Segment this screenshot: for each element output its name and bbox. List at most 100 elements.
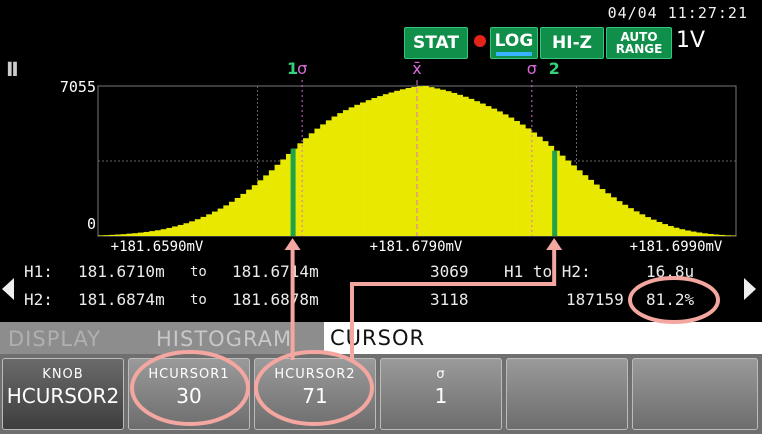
- histogram-bar: [462, 96, 469, 237]
- histogram-bar: [371, 98, 378, 236]
- h1-count: 3069: [430, 262, 469, 281]
- histogram-bar: [320, 124, 327, 236]
- histogram-bar: [183, 223, 190, 236]
- histogram-bar: [98, 235, 105, 236]
- histogram-bar: [434, 88, 441, 236]
- histogram-bar: [422, 86, 429, 236]
- histogram-bar: [177, 224, 184, 236]
- histogram-bar: [582, 175, 589, 236]
- mean-label: x̄: [412, 59, 421, 78]
- histogram-bar: [388, 92, 395, 236]
- softkey-value: 30: [176, 384, 202, 408]
- sigma-softkey[interactable]: σ 1: [380, 358, 502, 430]
- histogram-bar: [297, 143, 304, 236]
- histogram-bar: [314, 128, 321, 236]
- next-page-arrow-icon[interactable]: [744, 278, 756, 300]
- histogram-bar: [713, 234, 720, 236]
- tab-display[interactable]: DISPLAY: [8, 324, 101, 354]
- x-tick-label-center: +181.6790mV: [370, 239, 463, 255]
- histogram-bar: [468, 98, 475, 236]
- histogram-bar: [303, 138, 310, 236]
- histogram-bar: [633, 211, 640, 236]
- histogram-bar: [701, 233, 708, 236]
- histogram-bar: [137, 232, 144, 236]
- blank-softkey-5[interactable]: [506, 358, 628, 430]
- histogram-bar: [525, 128, 532, 236]
- menu-tab-bar: DISPLAY HISTOGRAM CURSOR: [0, 322, 762, 354]
- histogram-bar: [377, 96, 384, 236]
- histogram-bar: [234, 197, 241, 236]
- histogram-bar: [308, 133, 315, 236]
- softkey-label: KNOB: [42, 367, 84, 382]
- hcursor-2-line: [552, 150, 558, 236]
- histogram-bar: [599, 189, 606, 236]
- softkey-bar: KNOB HCURSOR2 HCURSOR1 30 HCURSOR2 71 σ …: [0, 354, 762, 434]
- histogram-bar: [268, 170, 275, 236]
- histogram-bar: [667, 226, 674, 236]
- hcursor1-softkey[interactable]: HCURSOR1 30: [128, 358, 250, 430]
- histogram-bar: [280, 159, 287, 236]
- histogram-bar: [120, 234, 127, 236]
- histogram-bar: [644, 217, 651, 236]
- knob-softkey[interactable]: KNOB HCURSOR2: [2, 358, 124, 430]
- histogram-bar: [730, 235, 737, 236]
- softkey-value: 1: [434, 384, 448, 408]
- histogram-bar: [411, 86, 418, 237]
- tab-histogram[interactable]: HISTOGRAM: [156, 324, 292, 354]
- sigma-label: σ: [527, 59, 537, 78]
- h1-to-value: 181.6714m: [232, 262, 319, 281]
- histogram-bar: [718, 234, 726, 236]
- histogram-bar: [456, 94, 463, 236]
- histogram-bar: [132, 233, 139, 236]
- histogram-bar: [172, 226, 179, 236]
- h1-to-word: to: [190, 264, 207, 280]
- histogram-bar: [354, 104, 361, 236]
- histogram-bar: [542, 141, 549, 236]
- histogram-bar: [536, 136, 543, 236]
- histogram-bar: [154, 230, 162, 236]
- histogram-bar: [405, 88, 412, 237]
- histogram-bar: [189, 221, 196, 236]
- h1-label: H1:: [24, 262, 53, 281]
- histogram-bar: [337, 113, 344, 236]
- histogram-bar: [485, 106, 492, 236]
- y-min-label: 0: [87, 215, 96, 233]
- histogram-bar: [251, 185, 258, 236]
- softkey-value: HCURSOR2: [6, 384, 120, 408]
- softkey-label: σ: [436, 367, 446, 382]
- h2-count: 3118: [430, 290, 469, 309]
- histogram-bar: [724, 235, 731, 236]
- h2-label: H2:: [24, 290, 53, 309]
- histogram-bar: [160, 229, 167, 236]
- percent-between-cursors: 81.2%: [646, 290, 695, 309]
- histogram-bar: [200, 216, 207, 236]
- hcursor2-softkey[interactable]: HCURSOR2 71: [254, 358, 376, 430]
- hcursor-1-line: [290, 148, 296, 236]
- histogram-bar: [627, 208, 634, 236]
- histogram-bar: [604, 193, 612, 236]
- blank-softkey-6[interactable]: [632, 358, 758, 430]
- histogram-bar: [616, 201, 623, 236]
- histogram-bar: [126, 233, 133, 236]
- previous-page-arrow-icon[interactable]: [2, 278, 14, 300]
- histogram-bar: [473, 101, 481, 236]
- histogram-bar: [206, 214, 213, 236]
- x-tick-label-right: +181.6990mV: [630, 239, 723, 255]
- histogram-bar: [246, 189, 253, 236]
- histogram-bar: [211, 211, 219, 236]
- h1-h2-diff-value: 16.8u: [646, 262, 695, 281]
- histogram-bar: [274, 164, 281, 236]
- histogram-bar: [263, 175, 270, 236]
- histogram-bar: [109, 234, 116, 236]
- histogram-bar: [166, 227, 173, 236]
- histogram-bar: [240, 193, 247, 236]
- histogram-bar: [684, 230, 691, 236]
- histogram-bar: [428, 87, 435, 236]
- histogram-bar: [570, 165, 577, 236]
- histogram-bar: [115, 234, 122, 236]
- tab-cursor[interactable]: CURSOR: [324, 322, 762, 354]
- histogram-bar: [417, 86, 424, 236]
- histogram-bar: [576, 170, 583, 236]
- histogram-bar: [587, 179, 594, 236]
- histogram-bar: [331, 116, 338, 236]
